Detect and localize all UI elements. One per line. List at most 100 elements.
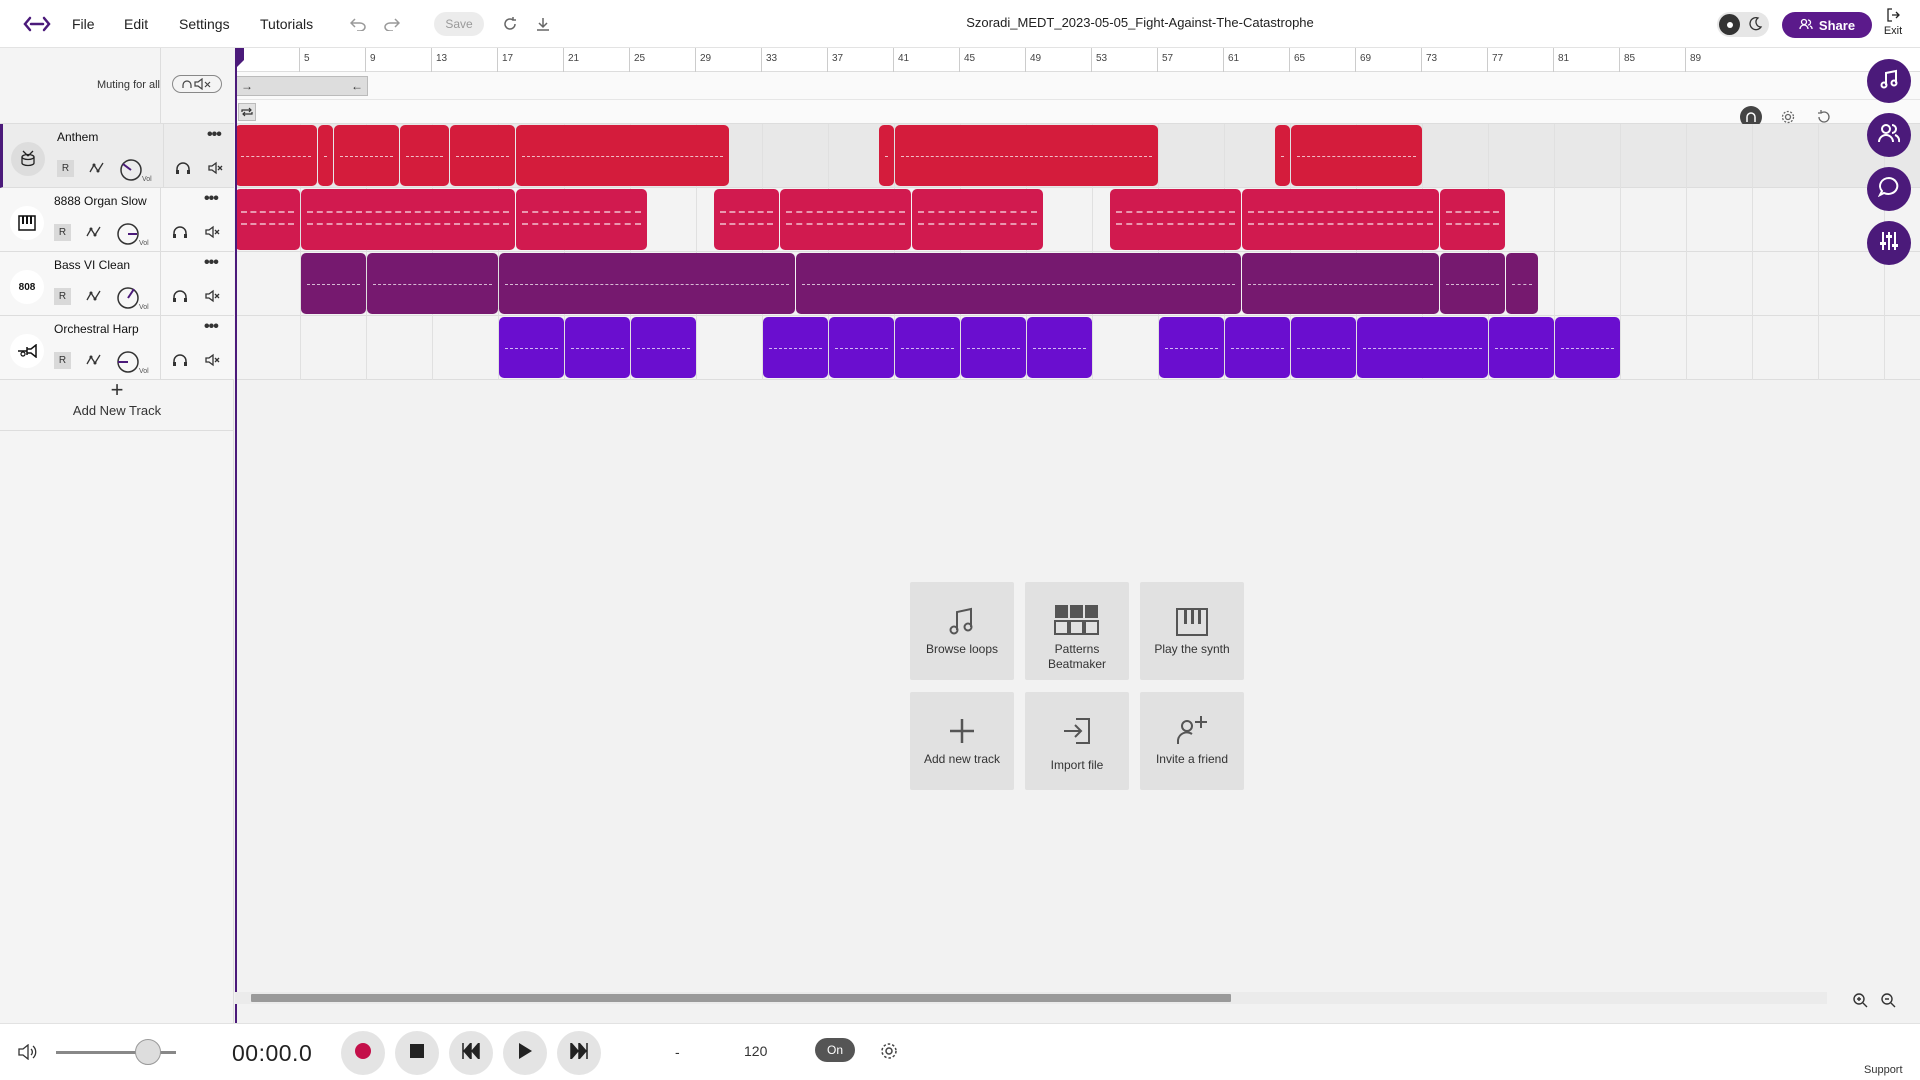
- menu-file[interactable]: File: [72, 16, 95, 32]
- audio-clip[interactable]: [1027, 317, 1092, 378]
- volume-knob[interactable]: [118, 157, 144, 183]
- mute-icon[interactable]: [206, 158, 226, 178]
- mute-icon[interactable]: [203, 222, 223, 242]
- audio-clip[interactable]: [400, 125, 449, 186]
- volume-knob[interactable]: [115, 285, 141, 311]
- mixer-button[interactable]: [1867, 221, 1911, 265]
- more-icon[interactable]: •••: [204, 318, 219, 336]
- redo-icon[interactable]: [380, 12, 404, 36]
- chat-button[interactable]: [1867, 167, 1911, 211]
- theme-toggle[interactable]: [1717, 12, 1769, 37]
- zoom-out-icon[interactable]: [1878, 990, 1898, 1010]
- audio-clip[interactable]: [317, 125, 333, 186]
- app-logo[interactable]: [22, 12, 52, 36]
- record-arm-button[interactable]: R: [54, 288, 71, 305]
- speaker-icon[interactable]: [18, 1043, 38, 1065]
- loop-icon[interactable]: [238, 103, 256, 121]
- automation-icon[interactable]: [87, 158, 107, 178]
- headphones-icon[interactable]: [170, 286, 190, 306]
- add-new-track-button[interactable]: + Add New Track: [0, 371, 234, 431]
- menu-settings[interactable]: Settings: [179, 16, 230, 32]
- more-icon[interactable]: •••: [204, 190, 219, 208]
- more-icon[interactable]: •••: [207, 126, 222, 144]
- audio-clip[interactable]: [235, 125, 317, 186]
- automation-icon[interactable]: [84, 286, 104, 306]
- audio-clip[interactable]: [1489, 317, 1554, 378]
- key-signature[interactable]: -: [675, 1044, 680, 1060]
- record-arm-button[interactable]: R: [54, 352, 71, 369]
- audio-clip[interactable]: [1159, 317, 1224, 378]
- track-name[interactable]: Anthem: [57, 130, 98, 144]
- audio-clip[interactable]: [1109, 189, 1241, 250]
- gear-icon[interactable]: [880, 1042, 898, 1065]
- audio-clip[interactable]: [713, 189, 779, 250]
- mute-icon[interactable]: [203, 350, 223, 370]
- audio-clip[interactable]: [1439, 189, 1505, 250]
- audio-clip[interactable]: [449, 125, 515, 186]
- audio-clip[interactable]: [334, 125, 399, 186]
- audio-clip[interactable]: [499, 317, 564, 378]
- audio-clip[interactable]: [1291, 125, 1422, 186]
- track-lane[interactable]: [235, 188, 1920, 252]
- volume-knob[interactable]: [115, 221, 141, 247]
- tempo-field[interactable]: 120: [744, 1043, 767, 1059]
- more-icon[interactable]: •••: [204, 254, 219, 272]
- audio-clip[interactable]: [796, 253, 1241, 314]
- record-arm-button[interactable]: R: [57, 160, 74, 177]
- automation-icon[interactable]: [84, 350, 104, 370]
- headphones-icon[interactable]: [170, 350, 190, 370]
- track-lane[interactable]: [235, 124, 1920, 188]
- audio-clip[interactable]: [367, 253, 498, 314]
- audio-clip[interactable]: [1274, 125, 1290, 186]
- record-button[interactable]: [341, 1031, 385, 1075]
- collaborators-button[interactable]: [1867, 113, 1911, 157]
- track-name[interactable]: 8888 Organ Slow: [54, 194, 147, 208]
- track-lane[interactable]: [235, 316, 1920, 380]
- audio-clip[interactable]: [961, 317, 1026, 378]
- undo-icon[interactable]: [346, 12, 370, 36]
- audio-clip[interactable]: [878, 125, 894, 186]
- track-name[interactable]: Orchestral Harp: [54, 322, 139, 336]
- fast-forward-button[interactable]: [557, 1031, 601, 1075]
- audio-clip[interactable]: [1357, 317, 1488, 378]
- metronome-toggle[interactable]: On: [815, 1038, 855, 1062]
- audio-clip[interactable]: [911, 189, 1043, 250]
- track-lane[interactable]: [235, 252, 1920, 316]
- play-synth-button[interactable]: Play the synth: [1140, 582, 1244, 680]
- audio-clip[interactable]: [1241, 189, 1439, 250]
- automation-icon[interactable]: [84, 222, 104, 242]
- track-name[interactable]: Bass VI Clean: [54, 258, 130, 272]
- audio-clip[interactable]: [1291, 317, 1356, 378]
- zoom-in-icon[interactable]: [1850, 990, 1870, 1010]
- share-button[interactable]: Share: [1782, 12, 1872, 38]
- record-arm-button[interactable]: R: [54, 224, 71, 241]
- audio-clip[interactable]: [565, 317, 630, 378]
- play-button[interactable]: [503, 1031, 547, 1075]
- audio-clip[interactable]: [1505, 253, 1538, 314]
- headphones-icon[interactable]: [170, 222, 190, 242]
- playhead[interactable]: [235, 48, 244, 1023]
- refresh-icon[interactable]: [498, 12, 522, 36]
- track-header-bass[interactable]: 808 Bass VI Clean ••• R Vol: [0, 252, 234, 316]
- track-header-anthem[interactable]: Anthem ••• R Vol: [0, 124, 234, 188]
- audio-clip[interactable]: [1439, 253, 1505, 314]
- support-link[interactable]: Support: [1864, 1064, 1903, 1076]
- stop-button[interactable]: [395, 1031, 439, 1075]
- audio-clip[interactable]: [779, 189, 911, 250]
- audio-clip[interactable]: [763, 317, 828, 378]
- mute-all-toggle[interactable]: [172, 75, 222, 93]
- invite-friend-button[interactable]: Invite a friend: [1140, 692, 1244, 790]
- audio-clip[interactable]: [515, 125, 729, 186]
- download-icon[interactable]: [531, 12, 555, 36]
- loops-panel-button[interactable]: [1867, 59, 1911, 103]
- audio-clip[interactable]: [631, 317, 696, 378]
- audio-clip[interactable]: [515, 189, 647, 250]
- loop-region-row[interactable]: → ←: [235, 72, 1920, 100]
- audio-clip[interactable]: [1241, 253, 1439, 314]
- audio-clip[interactable]: [499, 253, 795, 314]
- audio-clip[interactable]: [1555, 317, 1620, 378]
- menu-edit[interactable]: Edit: [124, 16, 148, 32]
- browse-loops-button[interactable]: Browse loops: [910, 582, 1014, 680]
- horizontal-scrollbar[interactable]: [235, 992, 1827, 1004]
- exit-button[interactable]: Exit: [1878, 8, 1908, 37]
